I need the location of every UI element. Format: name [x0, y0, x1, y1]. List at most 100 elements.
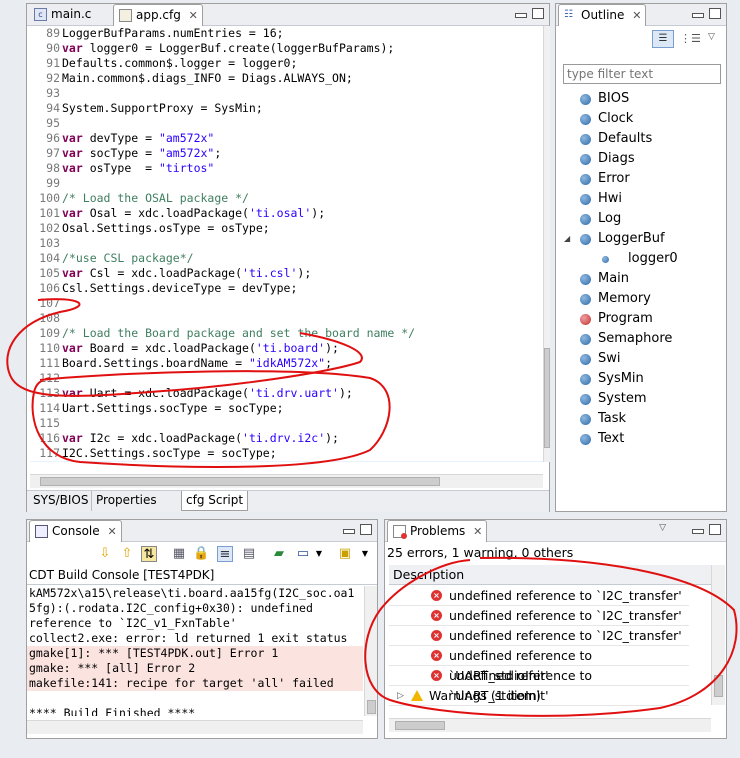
maximize-button[interactable]	[532, 8, 544, 19]
editor-horizontal-scrollbar[interactable]	[30, 474, 543, 488]
outline-item[interactable]: Error	[556, 169, 726, 189]
outline-item[interactable]: Memory	[556, 289, 726, 309]
code-line[interactable]: 116 var I2c = xdc.loadPackage('ti.drv.i2c…	[30, 431, 543, 446]
close-icon[interactable]: ✕	[473, 525, 482, 538]
expand-toggle-icon[interactable]: ◢	[564, 229, 570, 249]
tab-outline[interactable]: ☷ Outline ✕	[558, 4, 647, 26]
console-output[interactable]: kAM572x\a15\release\ti.board.aa15fg(I2C_…	[27, 586, 363, 716]
code-line[interactable]: 100/* Load the OSAL package */	[30, 191, 543, 206]
code-line[interactable]: 108	[30, 311, 543, 326]
outline-item[interactable]: ◢ LoggerBuf	[556, 229, 726, 249]
close-icon[interactable]: ✕	[107, 525, 116, 538]
outline-item[interactable]: BIOS	[556, 89, 726, 109]
outline-filter-input[interactable]	[563, 64, 721, 84]
sort-icon[interactable]: ☰	[652, 30, 674, 48]
code-editor[interactable]: 89 LoggerBufParams.numEntries = 16; 90 var …	[30, 26, 543, 462]
code-line[interactable]: 107	[30, 296, 543, 311]
pin-console-icon[interactable]: ▰	[271, 546, 287, 562]
hide-fields-icon[interactable]: ⋮☰	[680, 32, 701, 45]
display-console-icon[interactable]: ▭	[295, 546, 311, 562]
outline-item[interactable]: System	[556, 389, 726, 409]
expand-toggle-icon[interactable]: ▷	[397, 686, 404, 706]
problem-row[interactable]: × undefined reference to `I2C_transfer'	[389, 626, 689, 646]
code-line[interactable]: 94 System.SupportProxy = SysMin;	[30, 101, 543, 116]
tab-app-cfg[interactable]: app.cfg ✕	[113, 4, 203, 26]
close-icon[interactable]: ✕	[189, 9, 198, 22]
code-line[interactable]: 89 LoggerBufParams.numEntries = 16;	[30, 26, 543, 41]
code-line[interactable]: 96 var devType = "am572x"	[30, 131, 543, 146]
code-line[interactable]: 101 var Osal = xdc.loadPackage('ti.osal')…	[30, 206, 543, 221]
outline-item[interactable]: Program	[556, 309, 726, 329]
outline-item[interactable]: Defaults	[556, 129, 726, 149]
hscroll-thumb[interactable]	[40, 477, 440, 486]
console-vertical-scrollbar[interactable]	[364, 586, 377, 716]
code-line[interactable]: 105 var Csl = xdc.loadPackage('ti.csl');	[30, 266, 543, 281]
copy-log-icon[interactable]: ▦	[171, 546, 187, 562]
code-line[interactable]: 102 Osal.Settings.osType = osType;	[30, 221, 543, 236]
dropdown-icon[interactable]: ▼	[357, 546, 373, 562]
tab-console[interactable]: Console ✕	[29, 520, 122, 542]
outline-item[interactable]: Clock	[556, 109, 726, 129]
code-line[interactable]: 110 var Board = xdc.loadPackage('ti.board…	[30, 341, 543, 356]
column-header-description[interactable]: Description	[389, 565, 711, 585]
code-line[interactable]: 113 var Uart = xdc.loadPackage('ti.drv.ua…	[30, 386, 543, 401]
outline-item[interactable]: Hwi	[556, 189, 726, 209]
tab-sysbios[interactable]: SYS/BIOS	[29, 491, 92, 511]
code-line[interactable]: 98 var osType = "tirtos"	[30, 161, 543, 176]
code-line[interactable]: 111 Board.Settings.boardName = "idkAM572x…	[30, 356, 543, 371]
problem-row[interactable]: × undefined reference to `UART_stdioInit'	[389, 646, 689, 683]
scroll-thumb[interactable]	[714, 675, 723, 697]
outline-item[interactable]: logger0	[556, 249, 726, 269]
tab-main-c[interactable]: c main.c	[29, 4, 95, 26]
code-line[interactable]: 118	[30, 461, 543, 462]
minimize-button[interactable]	[692, 13, 704, 18]
outline-item[interactable]: Main	[556, 269, 726, 289]
outline-item[interactable]: Diags	[556, 149, 726, 169]
minimize-button[interactable]	[515, 13, 527, 18]
scroll-lock-icon[interactable]: 🔒	[193, 546, 209, 562]
code-line[interactable]: 92 Main.common$.diags_INFO = Diags.ALWAYS…	[30, 71, 543, 86]
code-line[interactable]: 99	[30, 176, 543, 191]
hscroll-thumb[interactable]	[395, 721, 445, 730]
code-line[interactable]: 117 I2C.Settings.socType = socType;	[30, 446, 543, 461]
code-line[interactable]: 112	[30, 371, 543, 386]
close-icon[interactable]: ✕	[632, 9, 641, 22]
outline-item[interactable]: Text	[556, 429, 726, 449]
dropdown-icon[interactable]: ▼	[311, 546, 327, 562]
maximize-button[interactable]	[709, 8, 721, 19]
code-line[interactable]: 109/* Load the Board package and set the…	[30, 326, 543, 341]
code-line[interactable]: 104/*use CSL package*/	[30, 251, 543, 266]
outline-item[interactable]: Semaphore	[556, 329, 726, 349]
scroll-thumb[interactable]	[367, 700, 376, 714]
code-line[interactable]: 95	[30, 116, 543, 131]
clear-console-icon[interactable]: ▤	[241, 546, 257, 562]
word-wrap-icon[interactable]: ≡	[217, 546, 233, 562]
code-line[interactable]: 93	[30, 86, 543, 101]
code-line[interactable]: 91 Defaults.common$.logger = logger0;	[30, 56, 543, 71]
maximize-button[interactable]	[360, 524, 372, 535]
code-line[interactable]: 97 var socType = "am572x";	[30, 146, 543, 161]
new-console-icon[interactable]: ▣	[337, 546, 353, 562]
tab-properties[interactable]: Properties	[91, 491, 161, 511]
code-line[interactable]: 106 Csl.Settings.deviceType = devType;	[30, 281, 543, 296]
minimize-button[interactable]	[692, 529, 704, 534]
view-menu-icon[interactable]: ▽	[708, 32, 715, 42]
problems-horizontal-scrollbar[interactable]	[389, 718, 711, 732]
problem-row[interactable]: × undefined reference to `I2C_transfer'	[389, 586, 689, 606]
problem-row[interactable]: × undefined reference to `UART_stdioInit'	[389, 666, 689, 703]
previous-error-icon[interactable]: ⇧	[119, 546, 135, 562]
outline-item[interactable]: Swi	[556, 349, 726, 369]
code-line[interactable]: 103	[30, 236, 543, 251]
problems-vertical-scrollbar[interactable]	[711, 565, 725, 705]
open-build-log-icon[interactable]: ⇅	[141, 546, 157, 562]
editor-vertical-scrollbar[interactable]	[543, 26, 550, 462]
warnings-group-row[interactable]: ▷ Warnings (1 item)	[389, 686, 689, 706]
scroll-thumb[interactable]	[544, 348, 550, 448]
minimize-button[interactable]	[343, 529, 355, 534]
view-menu-icon[interactable]: ▽	[659, 523, 666, 533]
problem-row[interactable]: × undefined reference to `I2C_transfer'	[389, 606, 689, 626]
console-horizontal-scrollbar[interactable]	[27, 720, 363, 734]
tab-cfg-script[interactable]: cfg Script	[181, 491, 249, 511]
outline-item[interactable]: Task	[556, 409, 726, 429]
code-line[interactable]: 114 Uart.Settings.socType = socType;	[30, 401, 543, 416]
